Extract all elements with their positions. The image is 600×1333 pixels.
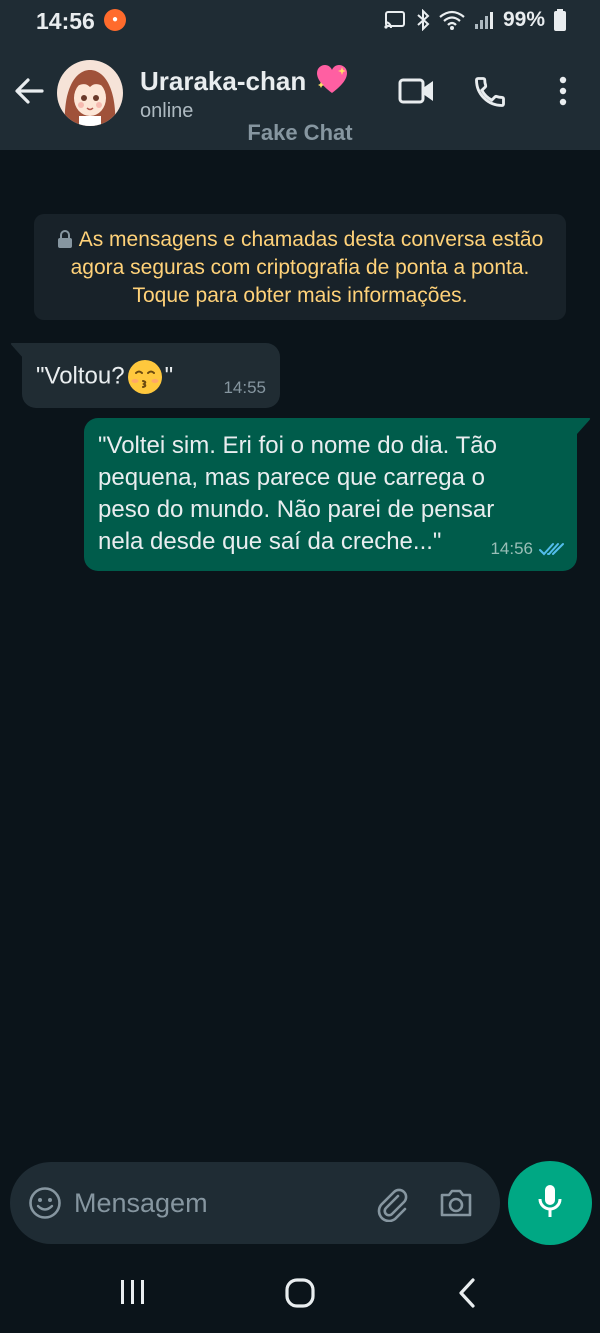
battery-icon xyxy=(554,9,566,31)
more-icon[interactable] xyxy=(556,74,570,108)
phone-icon[interactable] xyxy=(472,74,508,110)
cast-icon xyxy=(384,11,405,29)
kissing-face-emoji xyxy=(127,360,162,394)
message-text: "Voltei sim. Eri foi o nome do dia. Tão … xyxy=(98,432,497,555)
video-call-icon[interactable] xyxy=(398,74,436,108)
message-input[interactable]: Mensagem xyxy=(74,1188,208,1219)
bluetooth-icon xyxy=(417,9,430,31)
mic-icon xyxy=(538,1185,562,1217)
home-icon[interactable] xyxy=(284,1277,316,1309)
encryption-notice[interactable]: As mensagens e chamadas desta conversa e… xyxy=(34,214,566,320)
read-receipt-icon xyxy=(539,543,564,556)
message-text: "Voltou? " xyxy=(36,359,173,395)
lock-icon xyxy=(57,230,72,248)
outgoing-message[interactable]: "Voltei sim. Eri foi o nome do dia. Tão … xyxy=(84,418,577,571)
camera-icon[interactable] xyxy=(438,1186,474,1220)
outgoing-bubble-tail xyxy=(577,418,591,434)
status-bar: 14:56 ● 99% xyxy=(0,0,600,44)
recents-icon[interactable] xyxy=(118,1277,148,1307)
attach-icon[interactable] xyxy=(374,1186,410,1222)
avatar[interactable] xyxy=(57,60,123,126)
incoming-message[interactable]: "Voltou? " 14:55 xyxy=(22,343,280,408)
message-time: 14:55 xyxy=(223,378,266,397)
message-composer[interactable]: Mensagem xyxy=(10,1162,500,1244)
mic-button[interactable] xyxy=(508,1161,592,1245)
recording-icon: ● xyxy=(104,9,126,31)
signal-icon xyxy=(474,12,493,29)
back-icon[interactable] xyxy=(456,1277,478,1309)
emoji-icon[interactable] xyxy=(28,1186,62,1220)
wifi-icon xyxy=(439,10,465,30)
chat-area[interactable]: As mensagens e chamadas desta conversa e… xyxy=(0,150,600,1160)
message-time: 14:56 xyxy=(490,539,533,558)
contact-name[interactable]: Uraraka-chan xyxy=(140,66,306,97)
system-nav-bar xyxy=(0,1255,600,1333)
message-meta: 14:56 xyxy=(490,539,565,559)
watermark: Fake Chat xyxy=(247,120,353,145)
battery-percent: 99% xyxy=(502,8,545,31)
status-icons: 99% xyxy=(383,8,566,32)
status-time: 14:56 xyxy=(36,8,95,34)
chat-header: Uraraka-chan online Fake Chat xyxy=(0,44,600,150)
back-arrow-icon[interactable] xyxy=(12,74,46,108)
encryption-notice-text: As mensagens e chamadas desta conversa e… xyxy=(70,228,544,307)
sparkling-heart-icon xyxy=(317,65,347,93)
